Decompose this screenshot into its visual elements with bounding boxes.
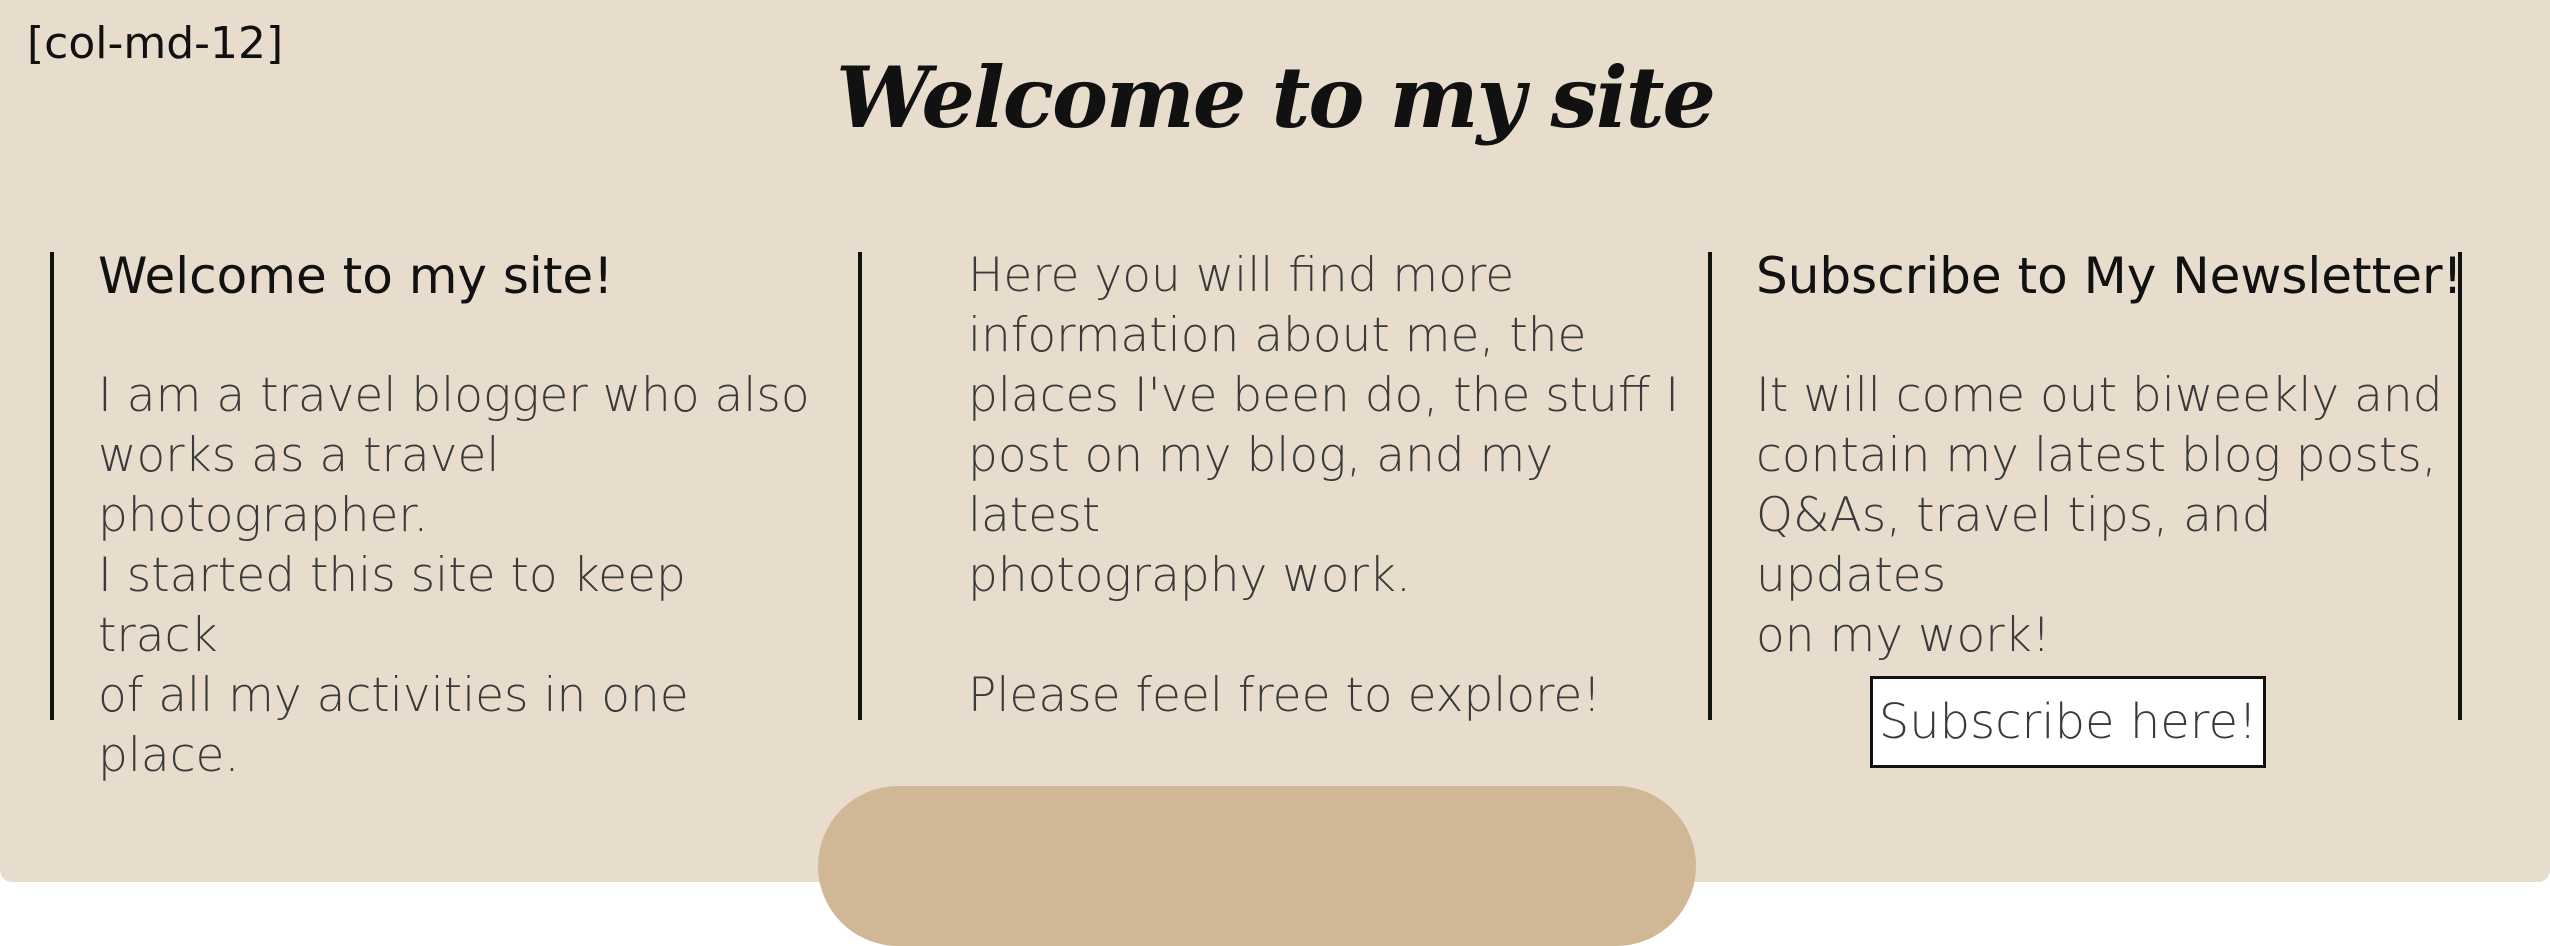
about-column: Here you will find more information abou… [968, 246, 1688, 726]
content-panel: [col-md-12] Welcome to my site Welcome t… [0, 0, 2550, 882]
column-divider [858, 252, 862, 720]
decorative-pill [818, 786, 1696, 946]
about-text: Here you will find more information abou… [968, 248, 1680, 603]
newsletter-text: It will come out biweekly and contain my… [1756, 368, 2443, 663]
intro-text: I am a travel blogger who also works as … [98, 368, 810, 783]
page-title: Welcome to my site [835, 48, 1716, 147]
column-divider [1708, 252, 1712, 720]
intro-column: Welcome to my site! I am a travel blogge… [98, 246, 818, 786]
intro-heading: Welcome to my site! [98, 247, 614, 305]
explore-text: Please feel free to explore! [968, 668, 1602, 723]
column-divider [50, 252, 54, 720]
newsletter-column: Subscribe to My Newsletter! It will come… [1756, 246, 2476, 666]
subscribe-button[interactable]: Subscribe here! [1870, 676, 2266, 768]
newsletter-heading: Subscribe to My Newsletter! [1756, 247, 2463, 305]
